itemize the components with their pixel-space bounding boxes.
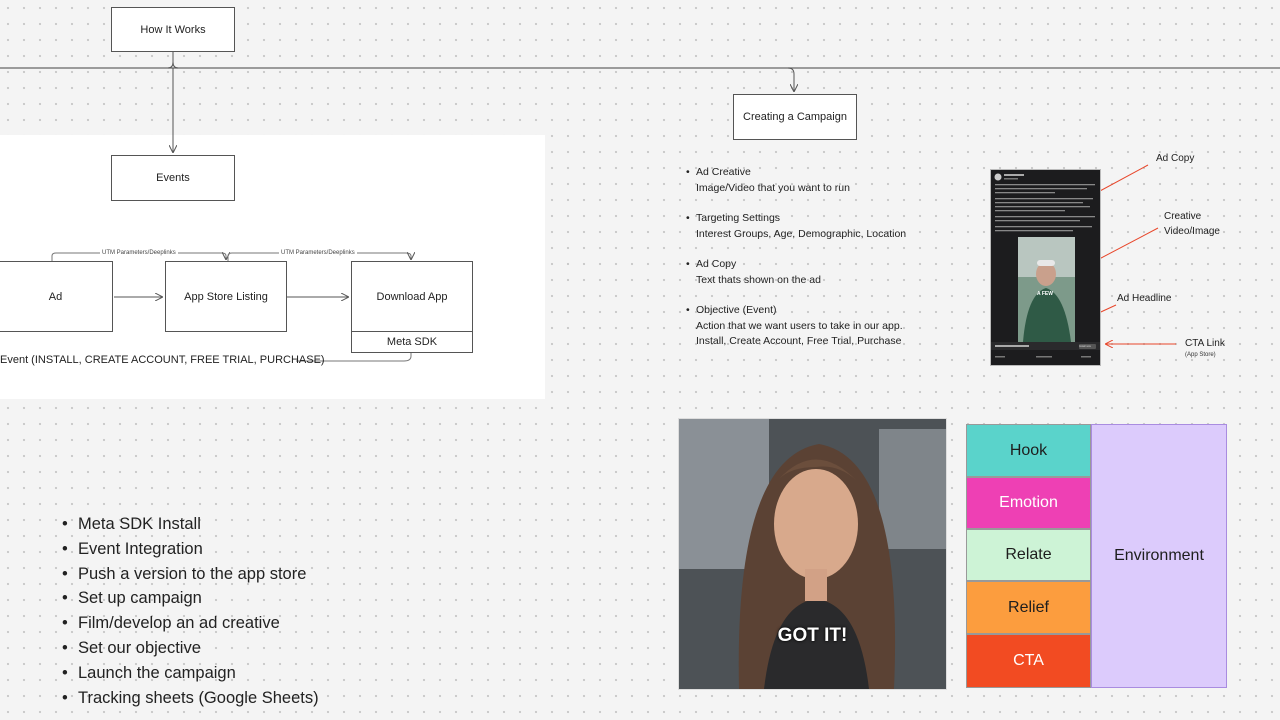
- annotation-ad-headline: Ad Headline: [1117, 293, 1172, 304]
- events-label: Events: [156, 172, 190, 184]
- video-still-graphic: [679, 419, 946, 689]
- framework-relate-label: Relate: [1005, 546, 1052, 563]
- list-item: Set our objective: [60, 636, 319, 661]
- ad-node[interactable]: Ad: [0, 261, 113, 332]
- framework-emotion-label: Emotion: [999, 494, 1058, 511]
- list-item-desc: Action that we want users to take in our…: [696, 319, 903, 332]
- annotation-ad-copy: Ad Copy: [1156, 153, 1195, 164]
- list-item: Targeting Settings Interest Groups, Age,…: [686, 211, 946, 242]
- utm-label-1: UTM Parameters/Deeplinks: [100, 250, 178, 256]
- how-it-works-label: How It Works: [140, 23, 206, 36]
- download-app-label: Download App: [376, 290, 448, 303]
- list-item: Meta SDK Install: [60, 512, 319, 537]
- framework-environment-label: Environment: [1114, 547, 1204, 564]
- list-item-title: Ad Creative: [696, 166, 751, 178]
- meta-sdk-label: Meta SDK: [386, 336, 438, 348]
- annotation-cta-link: CTA Link: [1185, 338, 1225, 349]
- app-store-listing-label: App Store Listing: [184, 290, 268, 303]
- ad-mockup-image: A FEW Install now: [990, 169, 1101, 366]
- list-item: Set up campaign: [60, 586, 319, 611]
- meta-sdk-node[interactable]: Meta SDK: [351, 331, 473, 353]
- mockup-video-overlay: A FEW: [1037, 291, 1053, 297]
- list-item-title: Targeting Settings: [696, 212, 781, 224]
- list-item: Event Integration: [60, 537, 319, 562]
- campaign-components-list: Ad Creative Image/Video that you want to…: [686, 165, 946, 365]
- ad-mockup-graphic: [991, 173, 1100, 358]
- list-item-title: Objective (Event): [696, 304, 777, 316]
- list-item-desc: Text thats shown on the ad: [696, 273, 821, 286]
- list-item: Ad Creative Image/Video that you want to…: [686, 165, 946, 196]
- annotation-creative: Creative Video/Image: [1164, 209, 1220, 239]
- list-item: Push a version to the app store: [60, 562, 319, 587]
- annotation-creative-line2: Video/Image: [1164, 226, 1220, 237]
- creating-campaign-node[interactable]: Creating a Campaign: [733, 94, 857, 140]
- app-store-listing-node[interactable]: App Store Listing: [165, 261, 287, 332]
- download-app-node[interactable]: Download App: [351, 261, 473, 332]
- framework-hook-label: Hook: [1009, 441, 1048, 459]
- list-item-desc: Install, Create Account, Free Trial, Pur…: [696, 335, 902, 347]
- list-item-desc: Image/Video that you want to run: [696, 181, 850, 194]
- list-item-desc: Interest Groups, Age, Demographic, Locat…: [696, 227, 907, 240]
- annotation-creative-line1: Creative: [1164, 211, 1202, 222]
- framework-relief-label: Relief: [1008, 598, 1049, 616]
- annotation-cta-sub: (App Store): [1185, 352, 1216, 358]
- framework-hook[interactable]: Hook: [966, 424, 1091, 477]
- mockup-cta-button: Install now: [1079, 345, 1091, 348]
- list-item: Tracking sheets (Google Sheets): [60, 686, 319, 711]
- list-item: Film/develop an ad creative: [60, 611, 319, 636]
- event-line-label: Event (INSTALL, CREATE ACCOUNT, FREE TRI…: [0, 354, 325, 366]
- steps-list: Meta SDK Install Event Integration Push …: [60, 512, 319, 710]
- framework-environment[interactable]: Environment: [1091, 424, 1227, 688]
- creating-campaign-label: Creating a Campaign: [743, 111, 847, 123]
- framework-relief[interactable]: Relief: [966, 581, 1091, 634]
- utm-label-2: UTM Parameters/Deeplinks: [279, 250, 357, 256]
- framework-emotion[interactable]: Emotion: [966, 477, 1091, 529]
- events-node[interactable]: Events: [111, 155, 235, 201]
- list-item: Objective (Event) Action that we want us…: [686, 303, 946, 350]
- list-item: Ad Copy Text thats shown on the ad: [686, 257, 946, 288]
- how-it-works-node[interactable]: How It Works: [111, 7, 235, 52]
- list-item-title: Ad Copy: [696, 258, 737, 270]
- list-item: Launch the campaign: [60, 661, 319, 686]
- ad-video-still: GOT IT!: [678, 418, 947, 690]
- framework-cta-label: CTA: [1013, 652, 1044, 669]
- video-caption: GOT IT!: [777, 625, 848, 646]
- framework-relate[interactable]: Relate: [966, 529, 1091, 581]
- framework-cta[interactable]: CTA: [966, 634, 1091, 688]
- ad-label: Ad: [48, 290, 63, 303]
